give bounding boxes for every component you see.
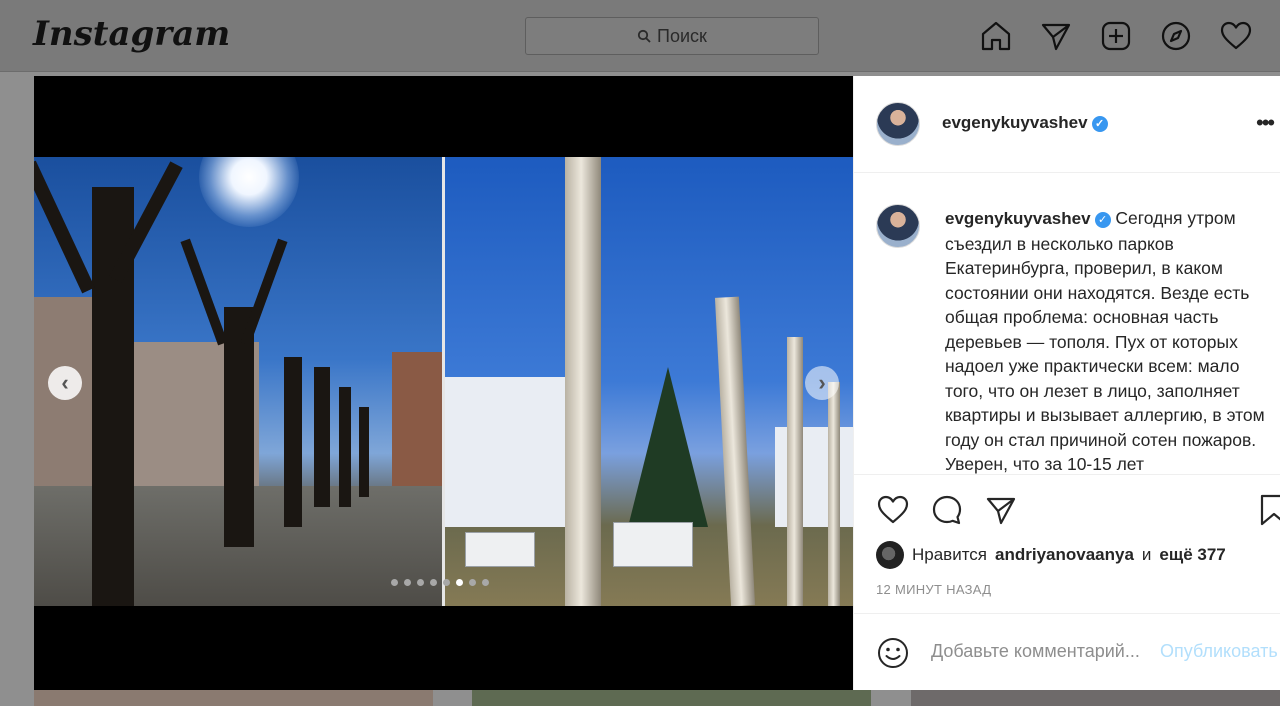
caption-text: Сегодня утром съездил в несколько парков…: [945, 208, 1265, 474]
action-icon-group: [876, 493, 1018, 527]
liker-avatar[interactable]: [876, 541, 904, 569]
instagram-logo[interactable]: Instagram: [33, 14, 230, 54]
bookmark-icon[interactable]: [1259, 493, 1280, 527]
carousel-dot: [482, 579, 489, 586]
building: [445, 377, 570, 527]
home-icon[interactable]: [978, 18, 1014, 54]
emoji-icon[interactable]: [876, 636, 910, 670]
new-post-icon[interactable]: [1098, 18, 1134, 54]
carousel-dot: [404, 579, 411, 586]
carousel-dot: [469, 579, 476, 586]
caption-author-username[interactable]: evgenykuyvashev: [945, 209, 1091, 228]
liker-username[interactable]: andriyanovaanya: [995, 545, 1134, 565]
carousel-dot: [443, 579, 450, 586]
comment-input[interactable]: Добавьте комментарий...: [931, 641, 1140, 662]
post-header: evgenykuyvashev ✓ •••: [854, 76, 1280, 173]
tree: [180, 238, 228, 346]
share-direct-icon[interactable]: [984, 493, 1018, 527]
tree: [284, 357, 302, 527]
search-icon: [637, 29, 651, 43]
carousel-prev-button[interactable]: ‹: [48, 366, 82, 400]
search-placeholder: Поиск: [657, 25, 707, 46]
verified-badge-icon: ✓: [1091, 115, 1108, 132]
tree: [314, 367, 330, 507]
likes-count-link[interactable]: ещё 377: [1159, 545, 1225, 565]
author-username-text[interactable]: evgenykuyvashev: [942, 113, 1088, 132]
feed-thumbnail: [472, 690, 871, 706]
spruce-tree: [628, 367, 708, 527]
post-side-panel: evgenykuyvashev ✓ ••• evgenykuyvashev ✓ Се…: [853, 76, 1280, 690]
likes-summary: Нравится andriyanovaanya и ещё 377: [876, 541, 1226, 569]
truck: [613, 522, 693, 567]
carousel-dot: [391, 579, 398, 586]
birch-trunk: [565, 157, 601, 606]
nav-icon-group: [978, 18, 1254, 54]
author-username[interactable]: evgenykuyvashev ✓: [942, 113, 1108, 133]
more-options-icon[interactable]: •••: [1256, 110, 1275, 136]
carousel-dot: [417, 579, 424, 586]
building: [392, 352, 442, 492]
feed-thumbnail: [34, 690, 433, 706]
post-modal: ‹ › evgenykuyvashev ✓ ••• evgenykuyvashev…: [34, 76, 1280, 690]
carousel-next-button[interactable]: ›: [805, 366, 839, 400]
post-media: ‹ ›: [34, 76, 853, 690]
background-feed: [34, 690, 1280, 706]
carousel-indicator: [391, 579, 489, 586]
post-actions: Нравится andriyanovaanya и ещё 377 12 МИ…: [854, 474, 1280, 612]
tree: [339, 387, 351, 507]
chevron-right-icon: ›: [818, 370, 826, 395]
post-photo-right: [445, 157, 853, 606]
verified-badge-icon: ✓: [1094, 212, 1111, 229]
direct-icon[interactable]: [1038, 18, 1074, 54]
feed-thumbnail: [911, 690, 1280, 706]
post-photo-left: [34, 157, 442, 606]
likes-prefix: Нравится: [912, 545, 988, 564]
truck: [465, 532, 535, 567]
activity-icon[interactable]: [1218, 18, 1254, 54]
carousel-dot: [430, 579, 437, 586]
sun: [199, 157, 299, 227]
search-input[interactable]: Поиск: [525, 17, 819, 55]
birch-trunk: [714, 296, 756, 606]
like-heart-icon[interactable]: [876, 493, 910, 527]
comment-icon[interactable]: [930, 493, 964, 527]
likes-joiner: и: [1141, 545, 1152, 564]
top-navigation-bar: Instagram Поиск: [0, 0, 1280, 72]
tree: [240, 238, 288, 346]
caption-author-avatar[interactable]: [876, 204, 920, 248]
publish-button[interactable]: Опубликовать: [1160, 641, 1278, 662]
add-comment-bar: Добавьте комментарий... Опубликовать: [854, 613, 1280, 690]
tree: [359, 407, 369, 497]
carousel-dot: [456, 579, 463, 586]
birch-trunk: [787, 337, 803, 606]
chevron-left-icon: ‹: [61, 370, 69, 395]
post-caption: evgenykuyvashev ✓ Сегодня утром съездил в…: [945, 206, 1275, 474]
birch-trunk: [828, 382, 840, 606]
explore-icon[interactable]: [1158, 18, 1194, 54]
tree: [34, 160, 95, 294]
author-avatar[interactable]: [876, 102, 920, 146]
comments-section: evgenykuyvashev ✓ Сегодня утром съездил в…: [854, 174, 1280, 474]
post-timestamp[interactable]: 12 МИНУТ НАЗАД: [876, 582, 991, 597]
